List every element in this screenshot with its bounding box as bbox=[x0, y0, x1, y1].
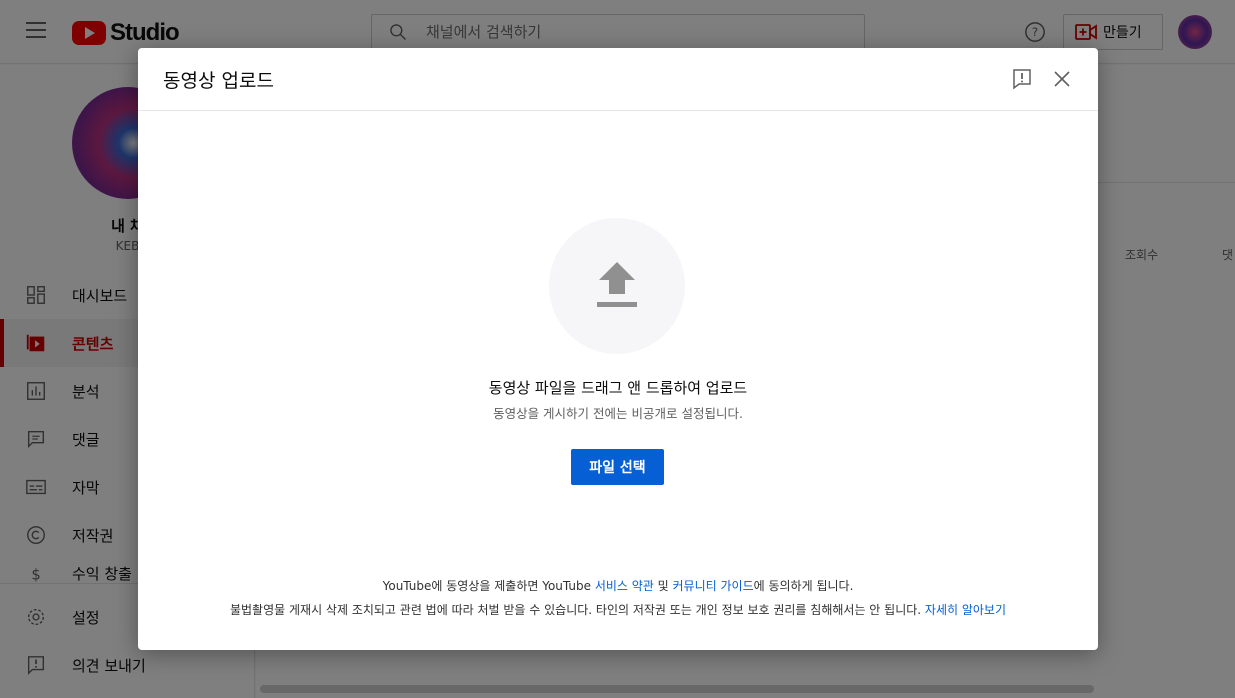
feedback-icon[interactable] bbox=[1012, 68, 1032, 90]
terms-of-service-link[interactable]: 서비스 약관 bbox=[595, 579, 654, 593]
community-guidelines-link[interactable]: 커뮤니티 가이드 bbox=[673, 579, 754, 593]
terms-text-b: 및 bbox=[653, 579, 673, 593]
close-icon[interactable] bbox=[1052, 69, 1072, 89]
legal-notice: 불법촬영물 게재시 삭제 조치되고 관련 법에 따라 처벌 받을 수 있습니다.… bbox=[138, 601, 1098, 618]
privacy-note: 동영상을 게시하기 전에는 비공개로 설정됩니다. bbox=[493, 406, 743, 421]
learn-more-link[interactable]: 자세히 알아보기 bbox=[925, 603, 1006, 617]
select-files-button[interactable]: 파일 선택 bbox=[571, 449, 664, 485]
dialog-header: 동영상 업로드 bbox=[138, 48, 1098, 111]
terms-text-a: YouTube에 동영상을 제출하면 YouTube bbox=[382, 579, 595, 593]
terms-text-c: 에 동의하게 됩니다. bbox=[753, 579, 854, 593]
upload-drop-zone[interactable] bbox=[549, 218, 685, 354]
upload-dialog: 동영상 업로드 동영상 파일을 드래그 앤 드롭하여 업로드 동영상을 게시하기… bbox=[138, 48, 1098, 650]
drag-drop-instruction: 동영상 파일을 드래그 앤 드롭하여 업로드 bbox=[488, 379, 748, 397]
dialog-title: 동영상 업로드 bbox=[163, 70, 274, 92]
terms-notice: YouTube에 동영상을 제출하면 YouTube 서비스 약관 및 커뮤니티… bbox=[138, 577, 1098, 594]
upload-arrow-icon bbox=[597, 262, 637, 307]
legal-text: 불법촬영물 게재시 삭제 조치되고 관련 법에 따라 처벌 받을 수 있습니다.… bbox=[229, 603, 925, 617]
